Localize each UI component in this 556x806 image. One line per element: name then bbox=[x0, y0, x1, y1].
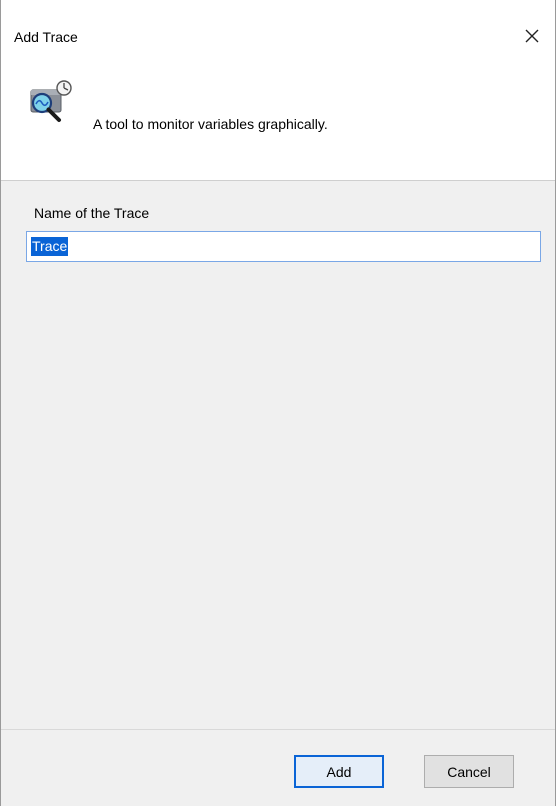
trace-name-input[interactable]: Trace bbox=[26, 231, 541, 262]
add-trace-dialog: Add Trace A tool to monitor variables gr… bbox=[0, 0, 556, 806]
dialog-title: Add Trace bbox=[14, 29, 78, 45]
close-button[interactable] bbox=[509, 20, 555, 52]
add-button[interactable]: Add bbox=[294, 755, 384, 788]
trace-name-value: Trace bbox=[31, 237, 69, 256]
footer-divider bbox=[1, 729, 555, 730]
cancel-button[interactable]: Cancel bbox=[424, 755, 514, 788]
trace-name-label: Name of the Trace bbox=[34, 205, 150, 221]
close-icon bbox=[525, 29, 539, 43]
dialog-header: A tool to monitor variables graphically. bbox=[1, 60, 555, 181]
trace-monitor-icon bbox=[30, 80, 72, 122]
title-bar: Add Trace bbox=[1, 0, 555, 60]
dialog-description: A tool to monitor variables graphically. bbox=[93, 116, 328, 132]
